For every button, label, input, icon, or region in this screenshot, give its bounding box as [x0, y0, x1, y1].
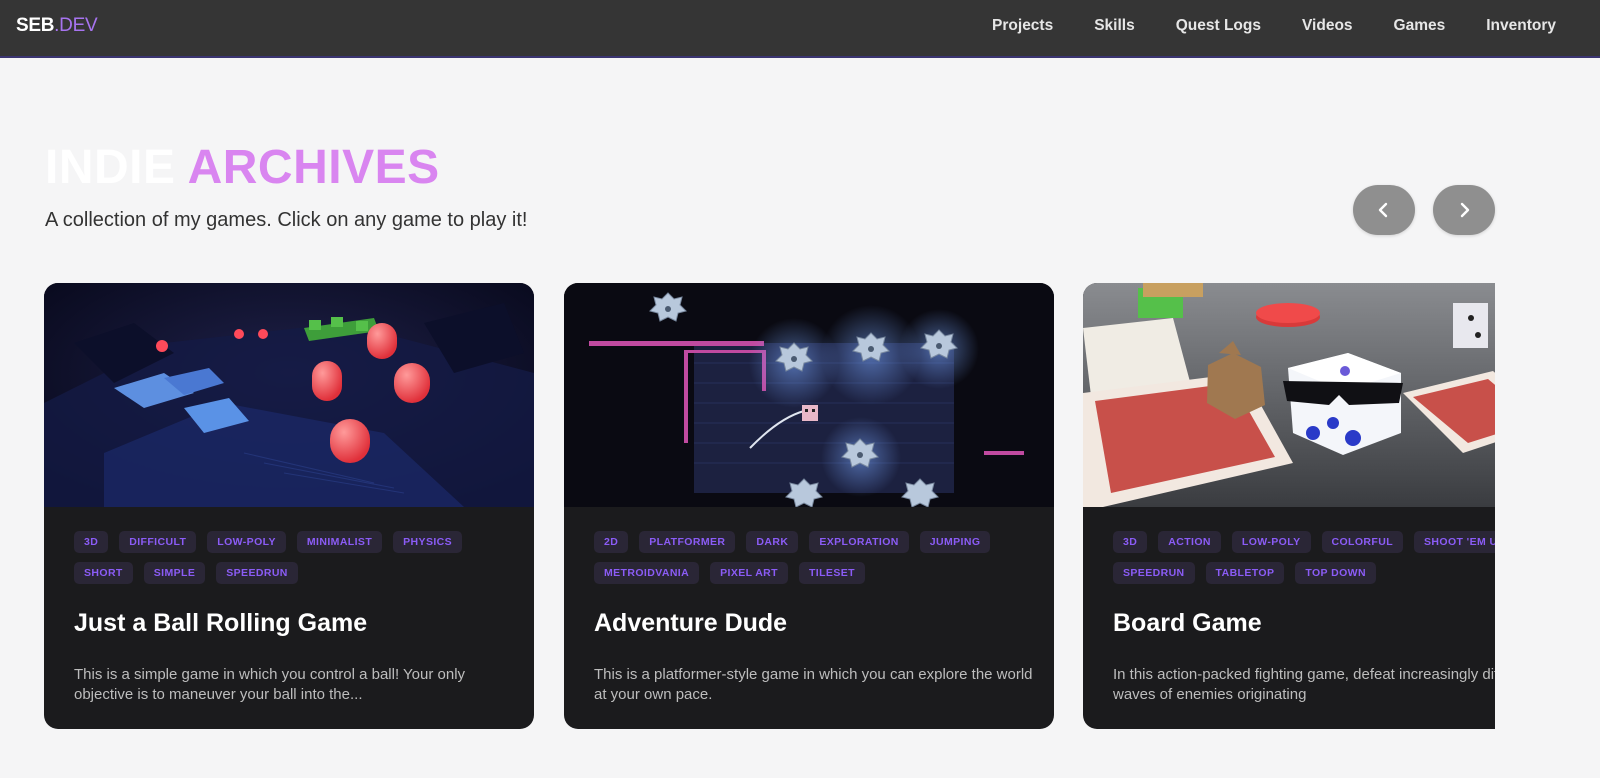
- tag: DARK: [746, 531, 799, 553]
- tag: TILESET: [798, 562, 865, 584]
- page-subtitle: A collection of my games. Click on any g…: [45, 209, 528, 231]
- carousel-prev-button[interactable]: [1353, 185, 1415, 235]
- game-description: This is a simple game in which you contr…: [74, 666, 466, 703]
- nav-link-videos[interactable]: Videos: [1302, 17, 1353, 35]
- tag: SPEEDRUN: [216, 562, 298, 584]
- tag: DIFFICULT: [119, 531, 197, 553]
- game-card-ball-rolling[interactable]: 3D DIFFICULT LOW-POLY MINIMALIST PHYSICS…: [44, 283, 534, 729]
- logo-accent-text: .DEV: [54, 15, 98, 36]
- tag: SIMPLE: [143, 562, 206, 584]
- tag-list: 3D ACTION LOW-POLY COLORFUL SHOOT 'EM UP…: [1113, 531, 1495, 584]
- game-title: Just a Ball Rolling Game: [74, 609, 368, 637]
- tag: TABLETOP: [1205, 562, 1285, 584]
- game-title: Board Game: [1113, 609, 1262, 637]
- site-logo[interactable]: SEB.DEV: [16, 15, 98, 37]
- game-thumbnail-ball-rolling: [44, 283, 534, 507]
- tag: 3D: [1113, 531, 1148, 553]
- page-title: INDIE ARCHIVES: [45, 140, 440, 195]
- tag: 3D: [74, 531, 109, 553]
- nav-link-quest-logs[interactable]: Quest Logs: [1176, 17, 1261, 35]
- tag: MINIMALIST: [296, 531, 383, 553]
- tag-list: 2D PLATFORMER DARK EXPLORATION JUMPING M…: [594, 531, 1034, 584]
- navbar: SEB.DEV Projects Skills Quest Logs Video…: [0, 0, 1600, 58]
- nav-link-skills[interactable]: Skills: [1094, 17, 1135, 35]
- game-card-board-game[interactable]: 3D ACTION LOW-POLY COLORFUL SHOOT 'EM UP…: [1083, 283, 1495, 729]
- tag: EXPLORATION: [809, 531, 909, 553]
- nav-link-games[interactable]: Games: [1394, 17, 1446, 35]
- tag: PHYSICS: [393, 531, 463, 553]
- game-description: In this action-packed fighting game, def…: [1113, 666, 1495, 703]
- nav-link-inventory[interactable]: Inventory: [1486, 17, 1556, 35]
- game-thumbnail-board-game: [1083, 283, 1495, 507]
- page-title-part2: ARCHIVES: [187, 141, 440, 194]
- tag: JUMPING: [919, 531, 991, 553]
- game-thumbnail-adventure-dude: [564, 283, 1054, 507]
- tag: PLATFORMER: [639, 531, 736, 553]
- tag-list: 3D DIFFICULT LOW-POLY MINIMALIST PHYSICS…: [74, 531, 514, 584]
- tag: LOW-POLY: [207, 531, 286, 553]
- tag: COLORFUL: [1321, 531, 1404, 553]
- tag: LOW-POLY: [1231, 531, 1311, 553]
- chevron-left-icon: [1378, 202, 1388, 218]
- game-title: Adventure Dude: [594, 609, 788, 637]
- games-carousel: 3D DIFFICULT LOW-POLY MINIMALIST PHYSICS…: [44, 283, 1495, 729]
- tag: SHORT: [74, 562, 133, 584]
- tag: TOP DOWN: [1295, 562, 1376, 584]
- page-title-part1: INDIE: [45, 141, 176, 194]
- game-card-adventure-dude[interactable]: 2D PLATFORMER DARK EXPLORATION JUMPING M…: [564, 283, 1054, 729]
- logo-main-text: SEB: [16, 15, 55, 36]
- tag: METROIDVANIA: [594, 562, 700, 584]
- tag: SHOOT 'EM UP: [1414, 531, 1495, 553]
- tag: PIXEL ART: [710, 562, 788, 584]
- tag: SPEEDRUN: [1113, 562, 1195, 584]
- nav-link-projects[interactable]: Projects: [992, 17, 1053, 35]
- tag: ACTION: [1158, 531, 1221, 553]
- chevron-right-icon: [1460, 202, 1470, 218]
- nav-links: Projects Skills Quest Logs Videos Games …: [992, 17, 1556, 35]
- tag: 2D: [594, 531, 629, 553]
- carousel-next-button[interactable]: [1433, 185, 1495, 235]
- game-description: This is a platformer-style game in which…: [594, 666, 1033, 703]
